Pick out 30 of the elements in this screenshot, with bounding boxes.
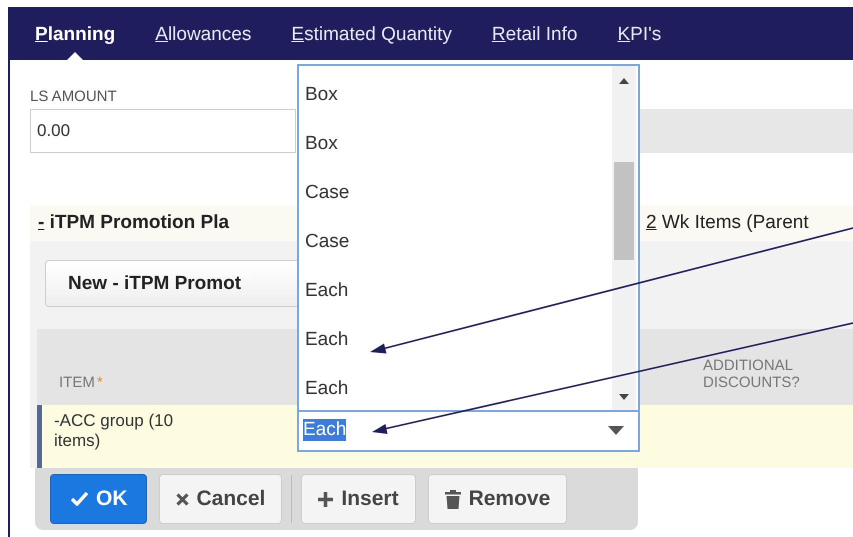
check-icon (71, 492, 88, 506)
scroll-thumb[interactable] (614, 162, 634, 260)
column-header: ITEM* (58, 374, 103, 393)
required-mark: * (96, 374, 103, 391)
plus-icon (318, 492, 334, 506)
scrollbar[interactable] (612, 66, 636, 410)
remove-button[interactable]: Remove (428, 474, 568, 524)
field-label: LS AMOUNT (30, 88, 117, 105)
table-cell-text: -ACC group (10 items) (54, 411, 174, 452)
dropdown-option[interactable]: Case (299, 168, 350, 217)
trash-icon (444, 490, 461, 508)
close-icon (176, 492, 188, 506)
tab[interactable]: Planning (35, 9, 116, 60)
amount-field[interactable]: 0.00 (30, 109, 296, 153)
tab[interactable]: KPI's (617, 9, 662, 60)
insert-button[interactable]: Insert (301, 474, 416, 524)
scroll-down-icon[interactable] (619, 394, 629, 400)
dropdown-option[interactable]: Box (299, 119, 338, 168)
ok-button[interactable]: OK (50, 474, 146, 524)
sublist-tab[interactable]: 2 Wk Items (Parent (642, 205, 853, 241)
column-header: ADDITIONAL DISCOUNTS? (703, 356, 801, 393)
dropdown-option[interactable]: Box (299, 70, 338, 119)
tab[interactable]: Retail Info (492, 9, 578, 60)
caret-icon (608, 426, 624, 434)
scroll-up-icon[interactable] (619, 78, 629, 84)
tab[interactable]: Allowances (155, 9, 252, 60)
dropdown-option[interactable]: Each (299, 315, 348, 364)
table-row[interactable]: -ACC group (10 items) Each (37, 405, 853, 468)
cancel-button[interactable]: Cancel (158, 474, 282, 524)
tab[interactable]: Estimated Quantity (291, 9, 452, 60)
